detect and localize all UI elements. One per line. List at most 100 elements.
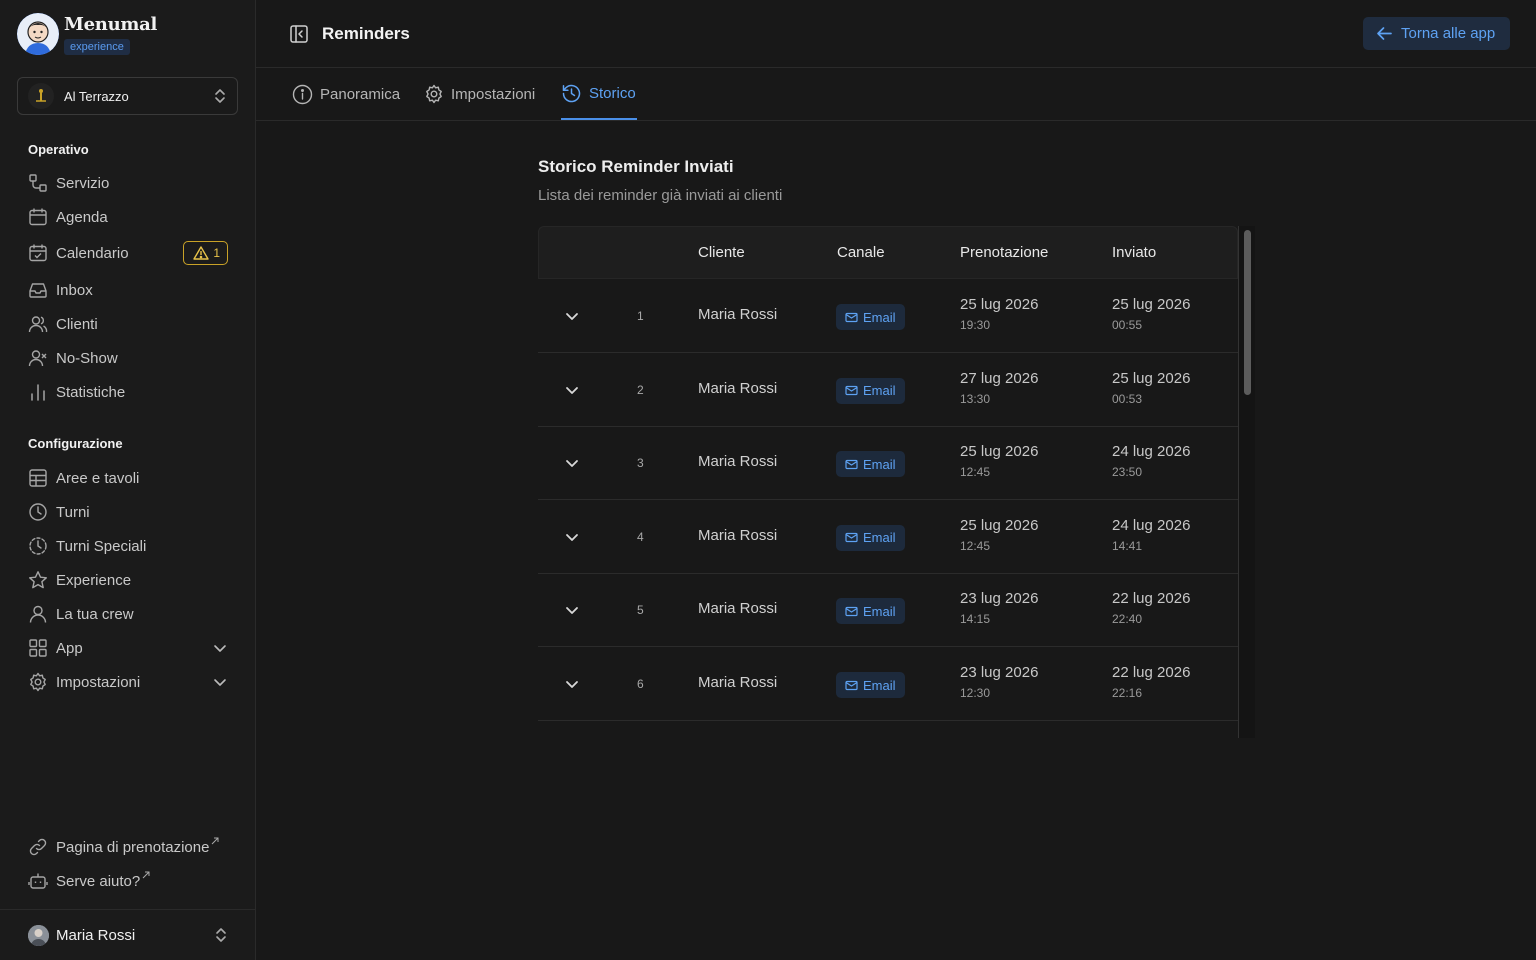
mail-icon xyxy=(845,312,858,322)
channel-label: Email xyxy=(863,530,896,546)
row-number: 5 xyxy=(637,603,644,618)
sidebar-item-no-show[interactable]: No-Show xyxy=(28,345,228,371)
external-link-icon xyxy=(142,871,150,879)
link-icon xyxy=(28,837,48,857)
booking-date: 25 lug 2026 xyxy=(960,443,1039,461)
scrollbar[interactable] xyxy=(1238,226,1255,738)
users-icon xyxy=(28,314,48,334)
channel-badge: Email xyxy=(836,598,905,625)
user-menu[interactable]: Maria Rossi xyxy=(0,909,256,960)
sidebar-item-label: Clienti xyxy=(56,315,98,333)
sidebar-item-crew[interactable]: La tua crew xyxy=(28,601,228,627)
channel-badge: Email xyxy=(836,377,905,404)
client-name: Maria Rossi xyxy=(698,453,778,471)
booking-time: 12:45 xyxy=(960,538,991,553)
table-row[interactable]: 3 Maria Rossi Email 25 lug 2026 12:45 24 lug … xyxy=(538,427,1238,501)
sent-time: 14:41 xyxy=(1112,538,1143,553)
chevron-down-icon[interactable] xyxy=(562,306,582,326)
table-row[interactable]: 1 Maria Rossi Email 25 lug 2026 19:30 25 lug … xyxy=(538,280,1238,353)
clock-icon xyxy=(28,502,48,522)
history-title: Storico Reminder Inviati xyxy=(538,157,734,176)
chevron-down-icon[interactable] xyxy=(212,640,228,656)
sidebar-item-app[interactable]: App xyxy=(28,635,228,661)
channel-badge: Email xyxy=(836,451,905,478)
chevron-down-icon[interactable] xyxy=(562,527,582,547)
sidebar-item-label: Calendario xyxy=(56,244,129,262)
table-row[interactable]: 5 Maria Rossi Email 23 lug 2026 14:15 22 lug … xyxy=(538,574,1238,648)
channel-label: Email xyxy=(863,456,896,472)
chevron-down-icon[interactable] xyxy=(562,380,582,400)
tab-label: Storico xyxy=(589,84,636,102)
row-number: 2 xyxy=(637,382,644,397)
warning-count: 1 xyxy=(213,246,220,260)
brand[interactable]: Menumal experience xyxy=(17,13,157,55)
sent-date: 24 lug 2026 xyxy=(1112,443,1191,461)
tab-storico[interactable]: Storico xyxy=(561,68,637,120)
sidebar-item-inbox[interactable]: Inbox xyxy=(28,277,228,303)
client-name: Maria Rossi xyxy=(698,379,778,397)
sidebar-item-turni-speciali[interactable]: Turni Speciali xyxy=(28,533,228,559)
history-icon xyxy=(562,84,581,102)
mail-icon xyxy=(845,533,858,543)
back-to-apps-button[interactable]: Torna alle app xyxy=(1363,17,1510,50)
history-table: Cliente Canale Prenotazione Inviato 1 Mar… xyxy=(538,226,1255,738)
venue-logo-icon xyxy=(28,83,54,109)
clock-dashed-icon xyxy=(28,536,48,556)
sidebar-item-statistiche[interactable]: Statistiche xyxy=(28,379,228,405)
scrollbar-thumb[interactable] xyxy=(1244,230,1251,395)
sent-time: 23:50 xyxy=(1112,465,1143,480)
tab-panoramica[interactable]: Panoramica xyxy=(292,68,400,120)
inbox-icon xyxy=(28,280,48,300)
row-number: 1 xyxy=(637,309,644,323)
booking-page-link[interactable]: Pagina di prenotazione xyxy=(28,834,228,860)
sidebar-item-label: Experience xyxy=(56,571,132,589)
booking-time: 19:30 xyxy=(960,318,991,332)
sidebar-item-servizio[interactable]: Servizio xyxy=(28,170,228,196)
table-row[interactable]: 6 Maria Rossi Email 23 lug 2026 12:30 22 lug … xyxy=(538,648,1238,721)
star-icon xyxy=(28,570,48,590)
booking-date: 23 lug 2026 xyxy=(960,590,1039,608)
chevron-down-icon[interactable] xyxy=(562,674,582,694)
sidebar-item-agenda[interactable]: Agenda xyxy=(28,204,228,230)
channel-badge: Email xyxy=(836,672,905,698)
sidebar-item-aree-tavoli[interactable]: Aree e tavoli xyxy=(28,465,228,491)
booking-date: 23 lug 2026 xyxy=(960,664,1039,681)
help-link[interactable]: Serve aiuto? xyxy=(28,868,228,894)
chevron-down-icon[interactable] xyxy=(212,674,228,690)
sidebar-item-impostazioni[interactable]: Impostazioni xyxy=(28,669,228,695)
robot-icon xyxy=(28,871,48,891)
sidebar-toggle-icon[interactable] xyxy=(289,24,309,44)
booking-date: 25 lug 2026 xyxy=(960,516,1039,534)
chevron-down-icon[interactable] xyxy=(562,453,582,473)
sidebar-item-label: Turni Speciali xyxy=(56,537,147,555)
sidebar-item-label: Aree e tavoli xyxy=(56,469,140,487)
gear-icon xyxy=(28,672,48,692)
venue-selector[interactable]: Al Terrazzo xyxy=(17,77,238,115)
row-number: 3 xyxy=(637,456,644,471)
sent-time: 00:53 xyxy=(1112,391,1143,406)
user-icon xyxy=(28,604,48,624)
tab-impostazioni[interactable]: Impostazioni xyxy=(424,68,535,120)
sent-date: 25 lug 2026 xyxy=(1112,369,1191,387)
grid-icon xyxy=(28,468,48,488)
arrow-left-icon xyxy=(1377,27,1392,40)
sidebar-item-label: Statistiche xyxy=(56,383,126,401)
sent-time: 00:55 xyxy=(1112,318,1143,332)
client-name: Maria Rossi xyxy=(698,526,778,544)
gear-icon xyxy=(426,84,442,104)
calendar-check-icon xyxy=(28,243,48,263)
row-number: 6 xyxy=(637,677,644,691)
booking-date: 25 lug 2026 xyxy=(960,296,1039,313)
sidebar-item-calendario[interactable]: Calendario 1 xyxy=(28,240,228,266)
table-row[interactable]: 4 Maria Rossi Email 25 lug 2026 12:45 24 lug … xyxy=(538,501,1238,574)
tab-bar: Panoramica Impostazioni Storico xyxy=(256,68,1536,121)
warning-badge[interactable]: 1 xyxy=(183,241,228,265)
table-row[interactable]: 2 Maria Rossi Email 27 lug 2026 13:30 25 lug … xyxy=(538,354,1238,427)
chevron-down-icon[interactable] xyxy=(562,600,582,620)
venue-name: Al Terrazzo xyxy=(64,88,129,104)
back-button-label: Torna alle app xyxy=(1401,25,1496,42)
app: Menumal experience Al Terrazzo Operativo… xyxy=(0,0,1536,960)
sidebar-item-turni[interactable]: Turni xyxy=(28,499,228,525)
sidebar-item-clienti[interactable]: Clienti xyxy=(28,311,228,337)
sidebar-item-experience[interactable]: Experience xyxy=(28,567,228,593)
